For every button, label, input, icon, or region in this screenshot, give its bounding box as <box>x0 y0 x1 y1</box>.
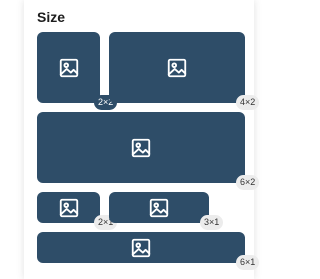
size-option-4x2[interactable] <box>109 32 245 103</box>
size-label-4x2: 4×2 <box>236 95 260 110</box>
size-option-6x1[interactable] <box>37 232 245 263</box>
panel-title: Size <box>37 9 66 25</box>
image-icon <box>58 57 80 79</box>
size-option-2x2[interactable] <box>37 32 100 103</box>
image-icon <box>130 237 152 259</box>
size-label-6x1: 6×1 <box>236 255 260 270</box>
image-icon <box>148 197 170 219</box>
image-icon <box>58 197 80 219</box>
size-option-2x1[interactable] <box>37 192 100 223</box>
size-label-6x2: 6×2 <box>236 175 260 190</box>
image-icon <box>166 57 188 79</box>
image-icon <box>130 137 152 159</box>
size-option-6x2[interactable] <box>37 112 245 183</box>
size-option-3x1[interactable] <box>109 192 209 223</box>
size-label-3x1: 3×1 <box>200 215 224 230</box>
